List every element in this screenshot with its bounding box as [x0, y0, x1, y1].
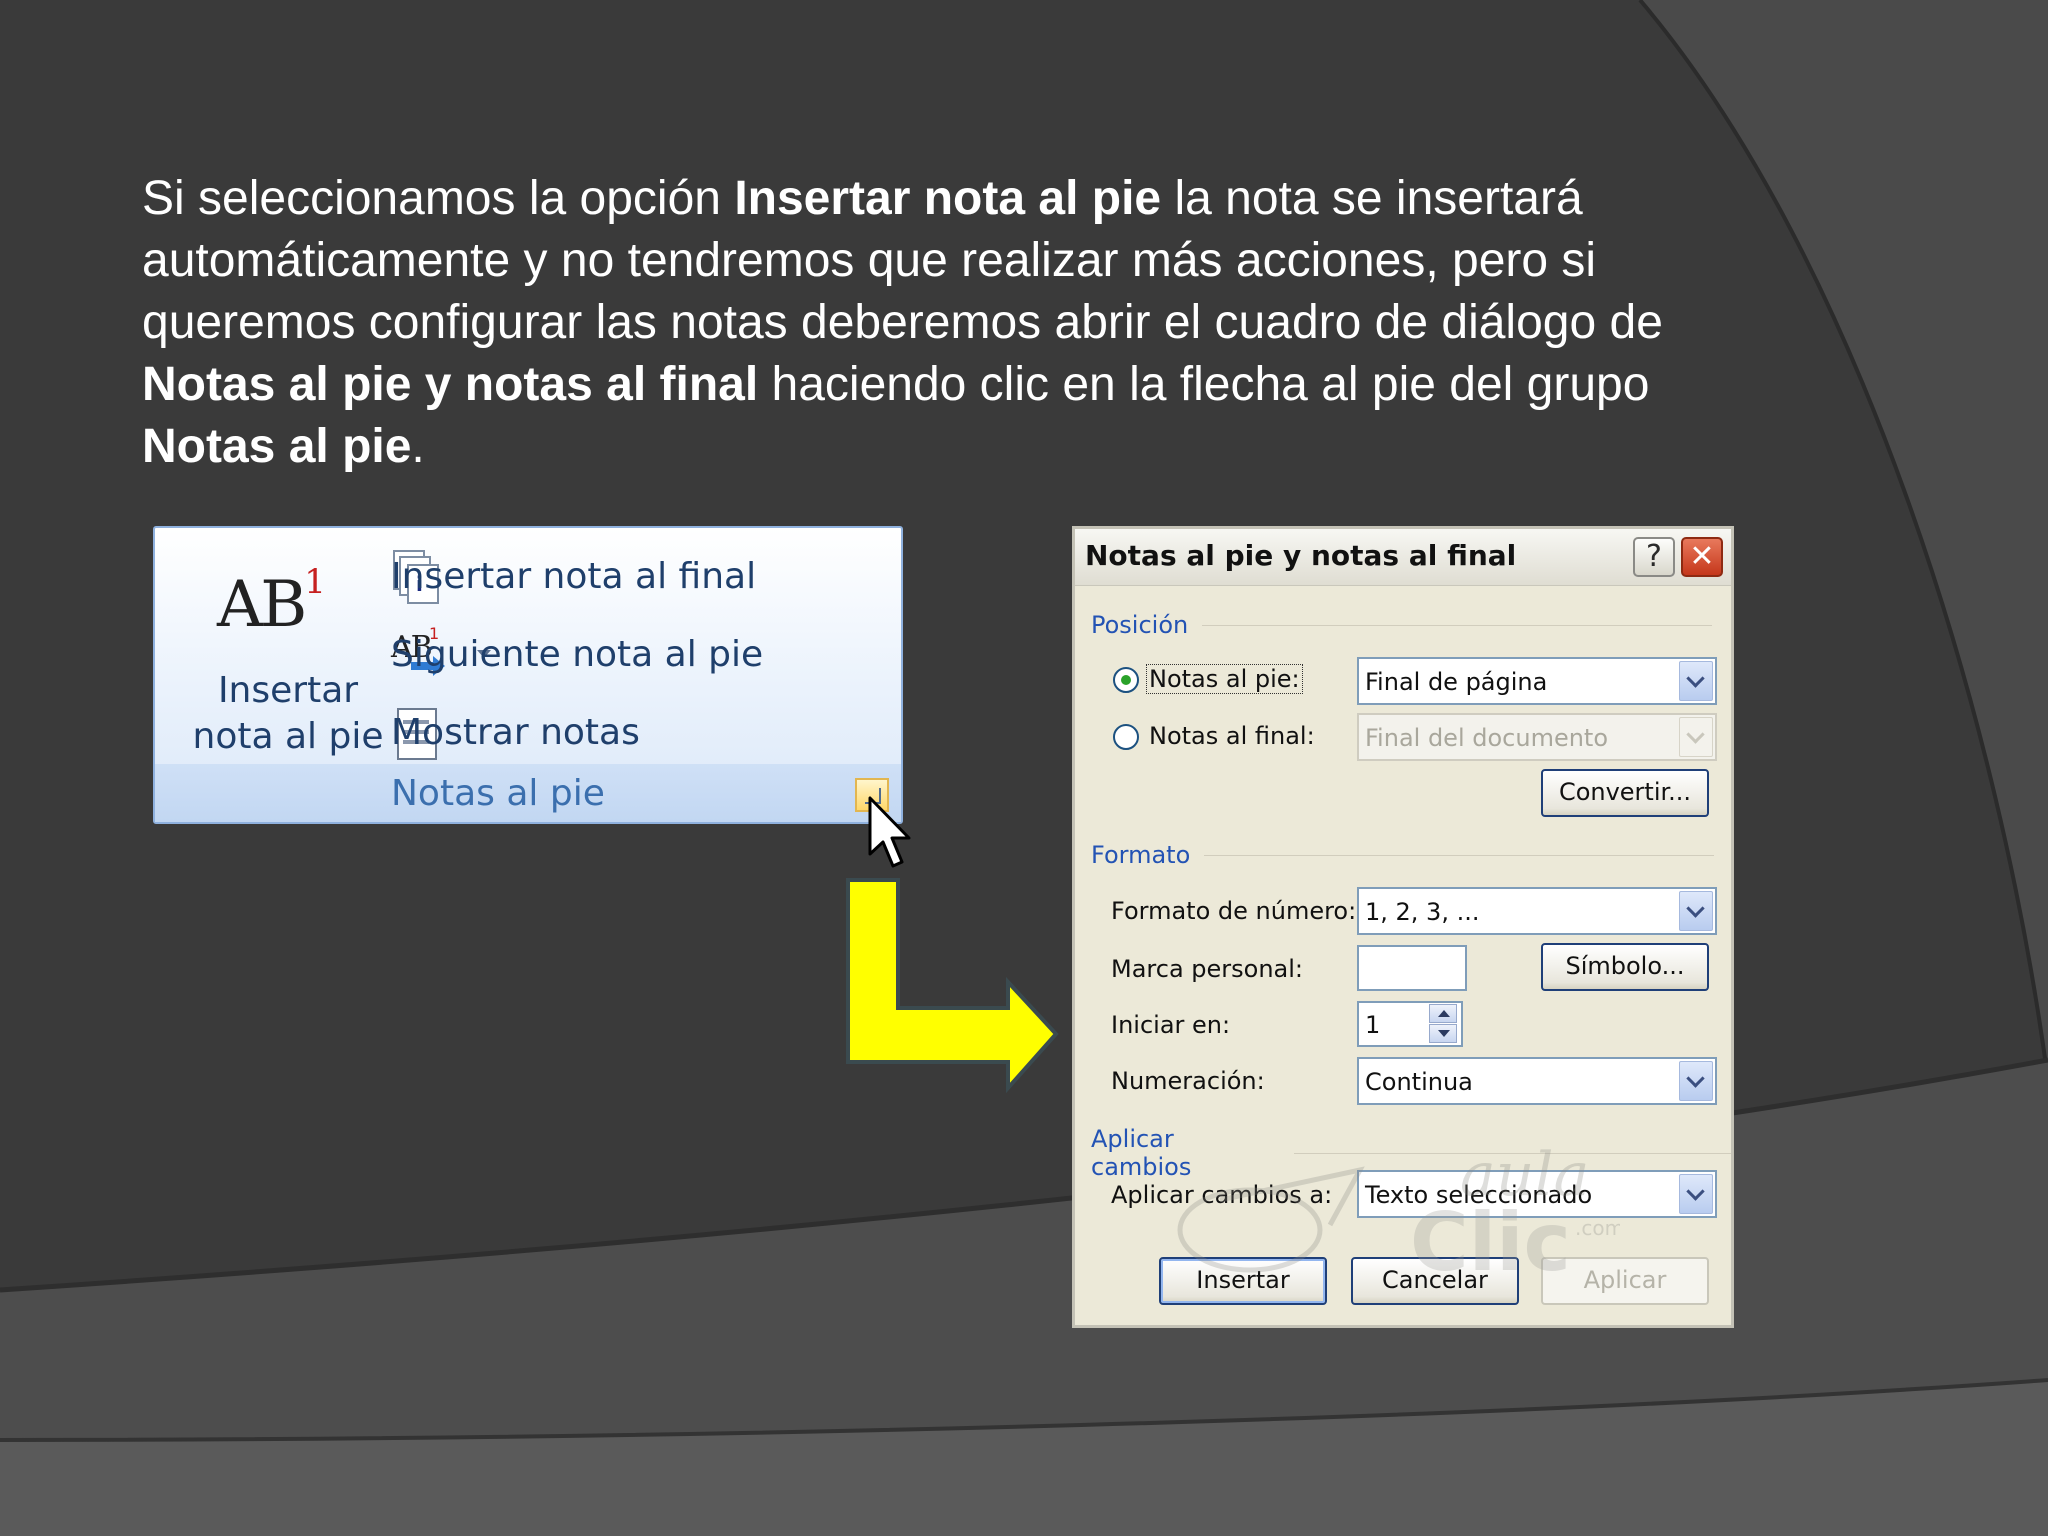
radio-endnotes-label[interactable]: Notas al final:: [1149, 722, 1315, 750]
show-notes-button[interactable]: Mostrar notas: [391, 702, 640, 762]
footnotes-dialog: Notas al pie y notas al final ? ✕ Posici…: [1072, 526, 1734, 1328]
symbol-button[interactable]: Símbolo...: [1541, 943, 1709, 991]
number-format-label: Formato de número:: [1111, 897, 1357, 925]
start-at-stepper[interactable]: 1: [1357, 1001, 1463, 1047]
explanation-paragraph: Si seleccionamos la opción Insertar nota…: [142, 168, 1762, 478]
para-bold-insert-footnote: Insertar nota al pie: [734, 172, 1162, 225]
chevron-down-icon[interactable]: [1679, 1061, 1713, 1101]
convert-button[interactable]: Convertir...: [1541, 769, 1709, 817]
endnote-location-select: Final del documento: [1357, 713, 1717, 761]
insert-endnote-button[interactable]: Insertar nota al final: [391, 546, 756, 606]
chevron-down-icon[interactable]: [1679, 891, 1713, 931]
footnote-location-select[interactable]: Final de página: [1357, 657, 1717, 705]
radio-footnotes[interactable]: [1113, 667, 1139, 693]
insert-footnote-icon: AB1: [217, 562, 326, 642]
custom-mark-label: Marca personal:: [1111, 955, 1304, 983]
footnotes-ribbon-group: AB1 Insertar nota al pie Insertar nota a…: [153, 526, 903, 824]
section-position: Posición: [1091, 611, 1713, 639]
chevron-down-icon[interactable]: [1679, 1174, 1713, 1214]
insert-endnote-label: Insertar nota al final: [391, 555, 757, 597]
yellow-arrow-icon: [846, 878, 1059, 1094]
section-format: Formato: [1091, 841, 1715, 869]
apply-to-label: Aplicar cambios a:: [1111, 1181, 1333, 1209]
next-footnote-label: Siguiente nota al pie: [391, 633, 764, 675]
chevron-down-icon: [1679, 717, 1713, 757]
spin-up-icon[interactable]: [1429, 1004, 1457, 1023]
para-text-3: haciendo clic en la flecha al pie del gr…: [758, 358, 1650, 411]
para-text-4: .: [411, 420, 425, 473]
close-icon[interactable]: ✕: [1681, 537, 1723, 577]
insert-button[interactable]: Insertar: [1159, 1257, 1327, 1305]
number-format-select[interactable]: 1, 2, 3, ...: [1357, 887, 1717, 935]
radio-endnotes[interactable]: [1113, 724, 1139, 750]
apply-button: Aplicar: [1541, 1257, 1709, 1305]
group-label: Notas al pie: [391, 773, 605, 814]
apply-to-select[interactable]: Texto seleccionado: [1357, 1170, 1717, 1218]
dialog-titlebar[interactable]: Notas al pie y notas al final ? ✕: [1075, 529, 1731, 586]
radio-footnotes-label[interactable]: Notas al pie:: [1146, 664, 1303, 694]
para-bold-dialog-name: Notas al pie y notas al final: [142, 358, 759, 411]
help-icon[interactable]: ?: [1633, 537, 1675, 577]
spin-buttons: [1429, 1004, 1459, 1044]
spin-down-icon[interactable]: [1429, 1024, 1457, 1043]
custom-mark-input[interactable]: [1357, 945, 1467, 991]
dialog-title: Notas al pie y notas al final: [1085, 539, 1517, 572]
next-footnote-button[interactable]: AB 1 Siguiente nota al pie: [391, 624, 763, 684]
insert-footnote-label: Insertar nota al pie: [192, 670, 384, 757]
para-bold-group-name: Notas al pie: [142, 420, 412, 473]
mouse-pointer-icon: [868, 796, 911, 868]
show-notes-label: Mostrar notas: [391, 711, 640, 753]
cancel-button[interactable]: Cancelar: [1351, 1257, 1519, 1305]
numbering-label: Numeración:: [1111, 1067, 1265, 1095]
para-text-1: Si seleccionamos la opción: [142, 172, 735, 225]
chevron-down-icon[interactable]: [1679, 661, 1713, 701]
numbering-select[interactable]: Continua: [1357, 1057, 1717, 1105]
start-at-label: Iniciar en:: [1111, 1011, 1231, 1039]
